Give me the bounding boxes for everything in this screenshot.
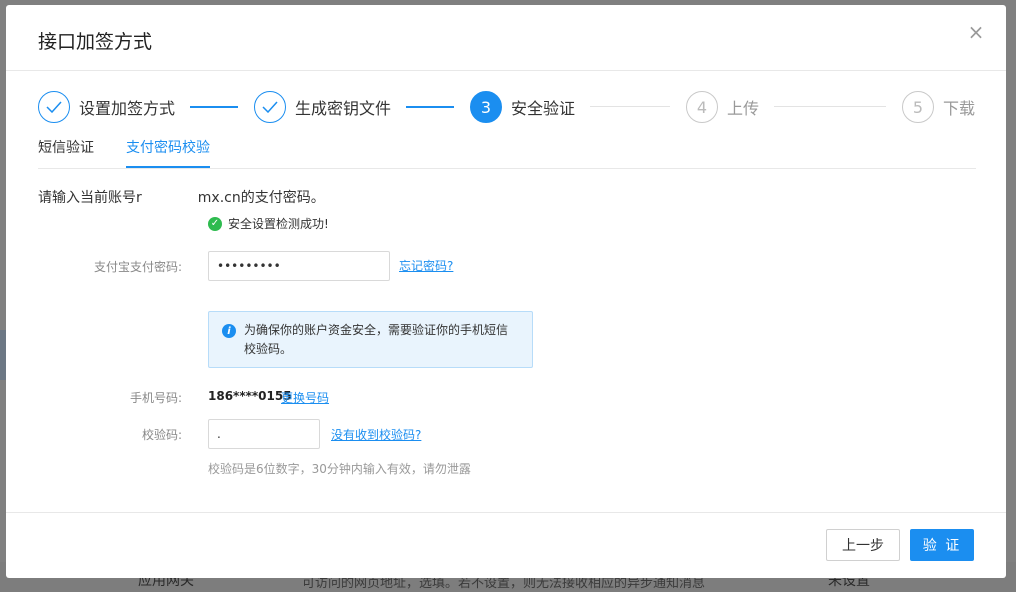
step-4-label: 上传	[727, 99, 760, 118]
step-2-label: 生成密钥文件	[295, 99, 392, 118]
close-icon[interactable]: ×	[964, 20, 988, 44]
step-1: 设置加签方式	[38, 91, 175, 123]
step-connector	[406, 106, 454, 108]
verification-code-label: 校验码:	[141, 428, 182, 442]
step-5-label: 下载	[943, 99, 976, 118]
account-prompt-suffix: mx.cn的支付密码。	[197, 190, 325, 206]
success-message: 安全设置检测成功!	[228, 217, 329, 231]
step-connector	[774, 106, 886, 107]
code-not-received-link[interactable]: 没有收到校验码?	[331, 426, 421, 443]
checkmark-icon	[38, 91, 70, 123]
tab-payment-password[interactable]: 支付密码校验	[126, 137, 210, 168]
step-1-label: 设置加签方式	[79, 99, 176, 118]
phone-number: 186****0155	[208, 389, 292, 403]
info-icon: i	[222, 324, 236, 338]
info-notice: i 为确保你的账户资金安全，需要验证你的手机短信 校验码。	[208, 311, 533, 368]
success-check-icon: ✓	[208, 216, 222, 231]
password-label: 支付宝支付密码:	[93, 260, 182, 274]
modal-footer: 上一步 验 证	[6, 512, 1006, 578]
step-connector	[590, 106, 670, 107]
redacted-account	[141, 190, 198, 206]
step-2: 生成密钥文件	[254, 91, 391, 123]
step-connector	[190, 106, 238, 108]
step-progress: 设置加签方式 生成密钥文件 3 安全验证 4 上传 5 下载	[38, 91, 976, 123]
signature-method-modal: 接口加签方式 × 设置加签方式 生成密钥文件 3 安全验证 4 上传 5 下载 …	[6, 5, 1006, 578]
step-3-number: 3	[470, 91, 502, 123]
step-4-number: 4	[686, 91, 718, 123]
verification-tabs: 短信验证 支付密码校验	[38, 135, 976, 169]
account-prompt-prefix: 请输入当前账号r	[38, 190, 142, 206]
info-notice-line-2: 校验码。	[244, 342, 293, 356]
payment-password-input[interactable]: •••••••••	[208, 251, 390, 281]
modal-title: 接口加签方式	[38, 31, 153, 53]
change-phone-link[interactable]: 更换号码	[281, 389, 329, 406]
step-5-number: 5	[902, 91, 934, 123]
step-4: 4 上传	[686, 91, 759, 123]
verification-code-input[interactable]: .	[208, 419, 320, 449]
phone-label: 手机号码:	[129, 391, 182, 405]
tab-sms-verification[interactable]: 短信验证	[38, 137, 94, 166]
step-5: 5 下载	[902, 91, 975, 123]
account-prompt: 请输入当前账号r mx.cn的支付密码。	[38, 187, 325, 207]
verification-code-hint: 校验码是6位数字，30分钟内输入有效，请勿泄露	[208, 462, 471, 476]
security-check-status: ✓ 安全设置检测成功!	[208, 215, 329, 232]
step-3: 3 安全验证	[470, 91, 575, 123]
info-notice-line-1: 为确保你的账户资金安全，需要验证你的手机短信	[244, 323, 509, 337]
verify-button[interactable]: 验 证	[910, 529, 974, 561]
step-3-label: 安全验证	[511, 99, 576, 118]
previous-step-button[interactable]: 上一步	[826, 529, 900, 561]
modal-header: 接口加签方式 ×	[6, 5, 1006, 71]
checkmark-icon	[254, 91, 286, 123]
forgot-password-link[interactable]: 忘记密码?	[399, 257, 453, 274]
